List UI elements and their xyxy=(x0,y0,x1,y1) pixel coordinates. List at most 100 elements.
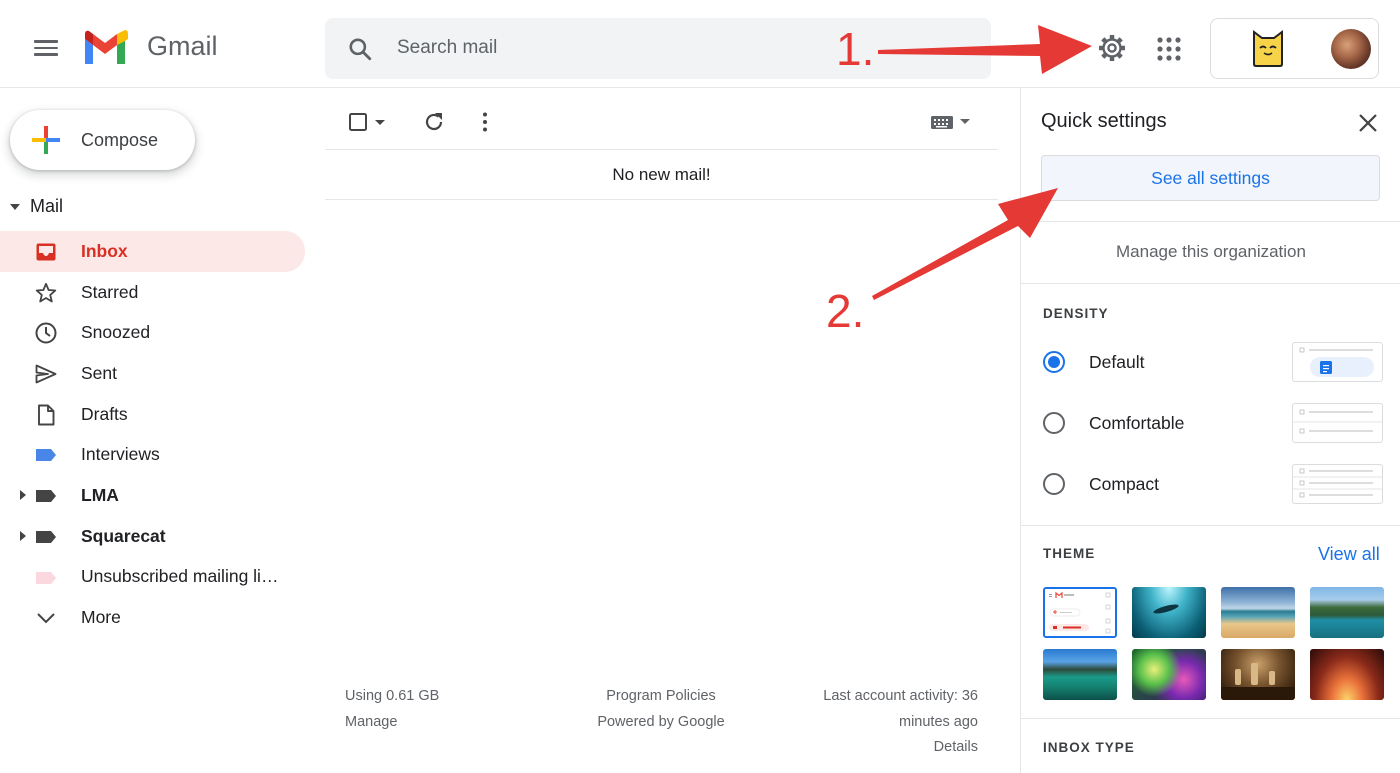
annotation-step-2: 2. xyxy=(826,285,865,337)
theme-grid xyxy=(1043,587,1384,700)
density-option-label: Comfortable xyxy=(1089,413,1185,433)
theme-tropical-bay-thumbnail[interactable] xyxy=(1310,587,1384,638)
refresh-icon[interactable] xyxy=(420,108,448,136)
density-option-default[interactable]: Default xyxy=(1043,342,1383,382)
keyboard-input-icon[interactable] xyxy=(929,108,977,136)
density-compact-preview[interactable] xyxy=(1292,464,1383,504)
select-dropdown-icon[interactable] xyxy=(373,108,387,136)
more-options-icon[interactable] xyxy=(471,108,499,136)
activity-footer: Last account activity: 36 minutes ago De… xyxy=(778,684,978,761)
label-icon xyxy=(36,530,56,543)
sidebar-item-label: Inbox xyxy=(81,240,128,261)
search-icon[interactable] xyxy=(347,36,373,62)
sidebar-item-label: LMA xyxy=(81,484,119,505)
close-icon[interactable] xyxy=(1355,110,1381,136)
theme-section-title: THEME xyxy=(1043,546,1096,561)
program-policies-link[interactable]: Program Policies xyxy=(580,684,742,710)
density-default-preview[interactable] xyxy=(1292,342,1383,382)
sidebar-item-label: More xyxy=(81,607,121,628)
divider xyxy=(1021,283,1400,284)
view-all-themes-link[interactable]: View all xyxy=(1318,544,1380,565)
label-icon xyxy=(36,571,56,584)
sidebar-item-squarecat[interactable]: Squarecat xyxy=(0,516,305,557)
label-icon xyxy=(36,490,56,503)
manage-storage-link[interactable]: Manage xyxy=(345,710,439,736)
density-option-label: Compact xyxy=(1089,474,1160,494)
gmail-logo-icon[interactable] xyxy=(82,30,128,66)
storage-footer: Using 0.61 GB Manage xyxy=(345,684,439,735)
select-checkbox-icon[interactable] xyxy=(345,108,373,136)
sidebar-item-lma[interactable]: LMA xyxy=(0,475,305,516)
sidebar-item-label: Squarecat xyxy=(81,525,166,546)
apps-grid-icon[interactable] xyxy=(1155,35,1183,63)
density-option-compact[interactable]: Compact xyxy=(1043,464,1383,504)
main-menu-icon[interactable] xyxy=(22,26,70,70)
radio-selected-icon[interactable] xyxy=(1043,351,1065,373)
user-avatar[interactable] xyxy=(1331,29,1371,69)
radio-unselected-icon[interactable] xyxy=(1043,473,1065,495)
see-all-settings-button[interactable]: See all settings xyxy=(1041,155,1380,201)
mail-section-label: Mail xyxy=(30,196,64,216)
radio-unselected-icon[interactable] xyxy=(1043,412,1065,434)
theme-bokeh-thumbnail[interactable] xyxy=(1132,649,1206,700)
caret-down-icon xyxy=(10,203,20,210)
policies-footer: Program Policies Powered by Google xyxy=(580,684,742,735)
inbox-type-section-title: INBOX TYPE xyxy=(1043,740,1135,755)
divider xyxy=(1021,718,1400,719)
annotation-step-1: 1. xyxy=(836,23,875,75)
search-bar[interactable]: Search mail xyxy=(325,18,991,79)
theme-underwater-thumbnail[interactable] xyxy=(1132,587,1206,638)
theme-lake-thumbnail[interactable] xyxy=(1043,649,1117,700)
sidebar-item-starred[interactable]: Starred xyxy=(0,272,305,313)
inbox-icon xyxy=(36,243,56,261)
sidebar-item-label: Interviews xyxy=(81,444,160,465)
sidebar-item-drafts[interactable]: Drafts xyxy=(0,394,305,435)
gmail-app: Gmail Search mail Compose Mail Inbox Sta… xyxy=(0,0,1400,773)
theme-beach-thumbnail[interactable] xyxy=(1221,587,1295,638)
quick-settings-panel: Quick settings See all settings Manage t… xyxy=(1020,88,1400,773)
sidebar-item-label: Starred xyxy=(81,281,139,302)
divider xyxy=(1021,221,1400,222)
sidebar-item-interviews[interactable]: Interviews xyxy=(0,434,305,475)
divider xyxy=(1021,525,1400,526)
mail-section-toggle[interactable]: Mail xyxy=(10,196,63,217)
compose-label: Compose xyxy=(81,130,159,150)
sidebar-item-snoozed[interactable]: Snoozed xyxy=(0,312,305,353)
sidebar-item-label: Unsubscribed mailing li… xyxy=(81,566,279,587)
expand-arrow-icon[interactable] xyxy=(20,490,26,501)
empty-inbox-message: No new mail! xyxy=(325,150,998,200)
plus-icon xyxy=(32,126,60,154)
sidebar-item-unsubscribed[interactable]: Unsubscribed mailing li… xyxy=(0,557,305,598)
gmail-wordmark: Gmail xyxy=(147,31,218,61)
sidebar-nav: Inbox Starred Snoozed Sent Drafts Interv… xyxy=(0,231,305,638)
sidebar-item-more[interactable]: More xyxy=(0,597,305,638)
density-comfortable-preview[interactable] xyxy=(1292,403,1383,443)
clock-icon xyxy=(35,322,57,344)
theme-canyon-thumbnail[interactable] xyxy=(1310,649,1384,700)
chevron-down-icon xyxy=(37,613,55,624)
sidebar-item-inbox[interactable]: Inbox xyxy=(0,231,305,272)
last-activity-text: Last account activity: 36 xyxy=(823,688,978,704)
sidebar-item-label: Sent xyxy=(81,362,117,383)
draft-icon xyxy=(38,404,55,426)
quick-settings-title: Quick settings xyxy=(1041,110,1167,132)
density-option-label: Default xyxy=(1089,352,1145,372)
activity-details-link[interactable]: Details xyxy=(778,735,978,761)
storage-usage-text: Using 0.61 GB xyxy=(345,688,440,704)
sidebar-item-label: Drafts xyxy=(81,403,128,424)
powered-by-text: Powered by Google xyxy=(597,713,725,730)
squarecat-logo-icon[interactable] xyxy=(1250,30,1286,68)
sidebar-item-sent[interactable]: Sent xyxy=(0,353,305,394)
sidebar-item-label: Snoozed xyxy=(81,322,151,343)
label-icon xyxy=(36,449,56,462)
manage-organization-link[interactable]: Manage this organization xyxy=(1021,242,1400,262)
search-input[interactable]: Search mail xyxy=(397,37,497,59)
theme-chess-thumbnail[interactable] xyxy=(1221,649,1295,700)
expand-arrow-icon[interactable] xyxy=(20,530,26,541)
mail-toolbar xyxy=(325,96,998,150)
compose-button[interactable]: Compose xyxy=(10,110,195,170)
star-icon xyxy=(35,282,57,303)
density-option-comfortable[interactable]: Comfortable xyxy=(1043,403,1383,443)
theme-default-thumbnail[interactable] xyxy=(1043,587,1117,638)
settings-gear-icon[interactable] xyxy=(1096,32,1128,64)
